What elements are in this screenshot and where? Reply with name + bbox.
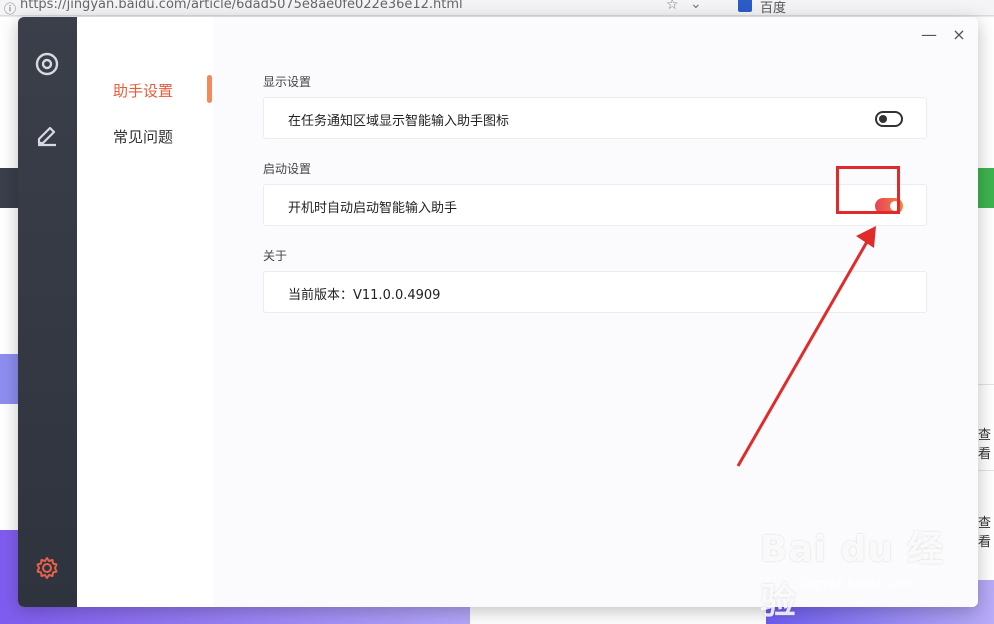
baidu-watermark-url: jingyan.baidu.com [800, 576, 911, 590]
baidu-watermark: Bai du 经验 [760, 529, 945, 622]
